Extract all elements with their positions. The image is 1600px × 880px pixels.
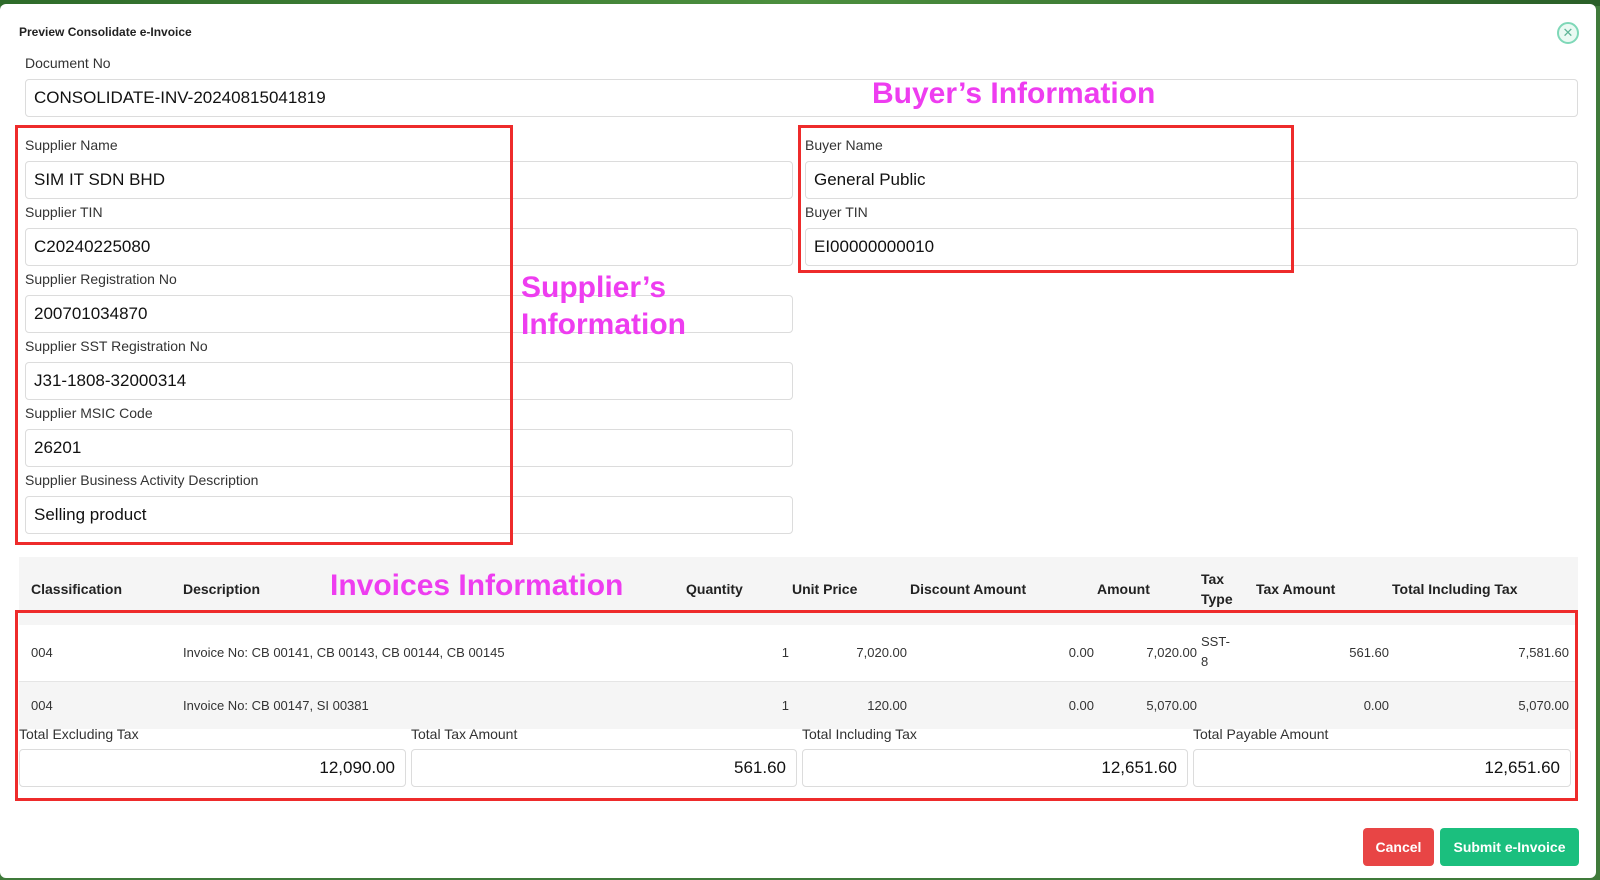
col-amount: Amount [1097, 581, 1150, 597]
close-icon[interactable]: ✕ [1557, 22, 1579, 44]
col-tax-amount: Tax Amount [1256, 581, 1336, 597]
dialog-title: Preview Consolidate e-Invoice [19, 25, 192, 39]
col-total-including-tax: Total Including Tax [1392, 581, 1518, 597]
submit-einvoice-button[interactable]: Submit e-Invoice [1440, 828, 1579, 866]
supplier-annotation-box [15, 125, 513, 545]
document-no-label: Document No [25, 55, 111, 71]
supplier-annotation-line2: Information [521, 308, 686, 341]
supplier-annotation-line1: Supplier’s [521, 271, 667, 304]
buyer-annotation-text: Buyer’s Information [872, 77, 1156, 110]
col-discount: Discount Amount [910, 581, 1027, 597]
preview-dialog: Preview Consolidate e-Invoice ✕ Document… [0, 4, 1596, 878]
col-description: Description [183, 581, 261, 597]
col-quantity: Quantity [686, 581, 743, 597]
col-unit-price: Unit Price [792, 581, 858, 597]
cancel-button[interactable]: Cancel [1363, 828, 1434, 866]
document-no-field[interactable]: CONSOLIDATE-INV-20240815041819 [25, 79, 1578, 117]
col-tax-type-line1: Tax [1201, 571, 1225, 587]
col-tax-type-line2: Type [1201, 591, 1233, 607]
col-classification: Classification [31, 581, 123, 597]
invoices-annotation-box [15, 610, 1578, 801]
invoices-annotation-text: Invoices Information [330, 569, 624, 602]
buyer-annotation-box [798, 125, 1294, 273]
